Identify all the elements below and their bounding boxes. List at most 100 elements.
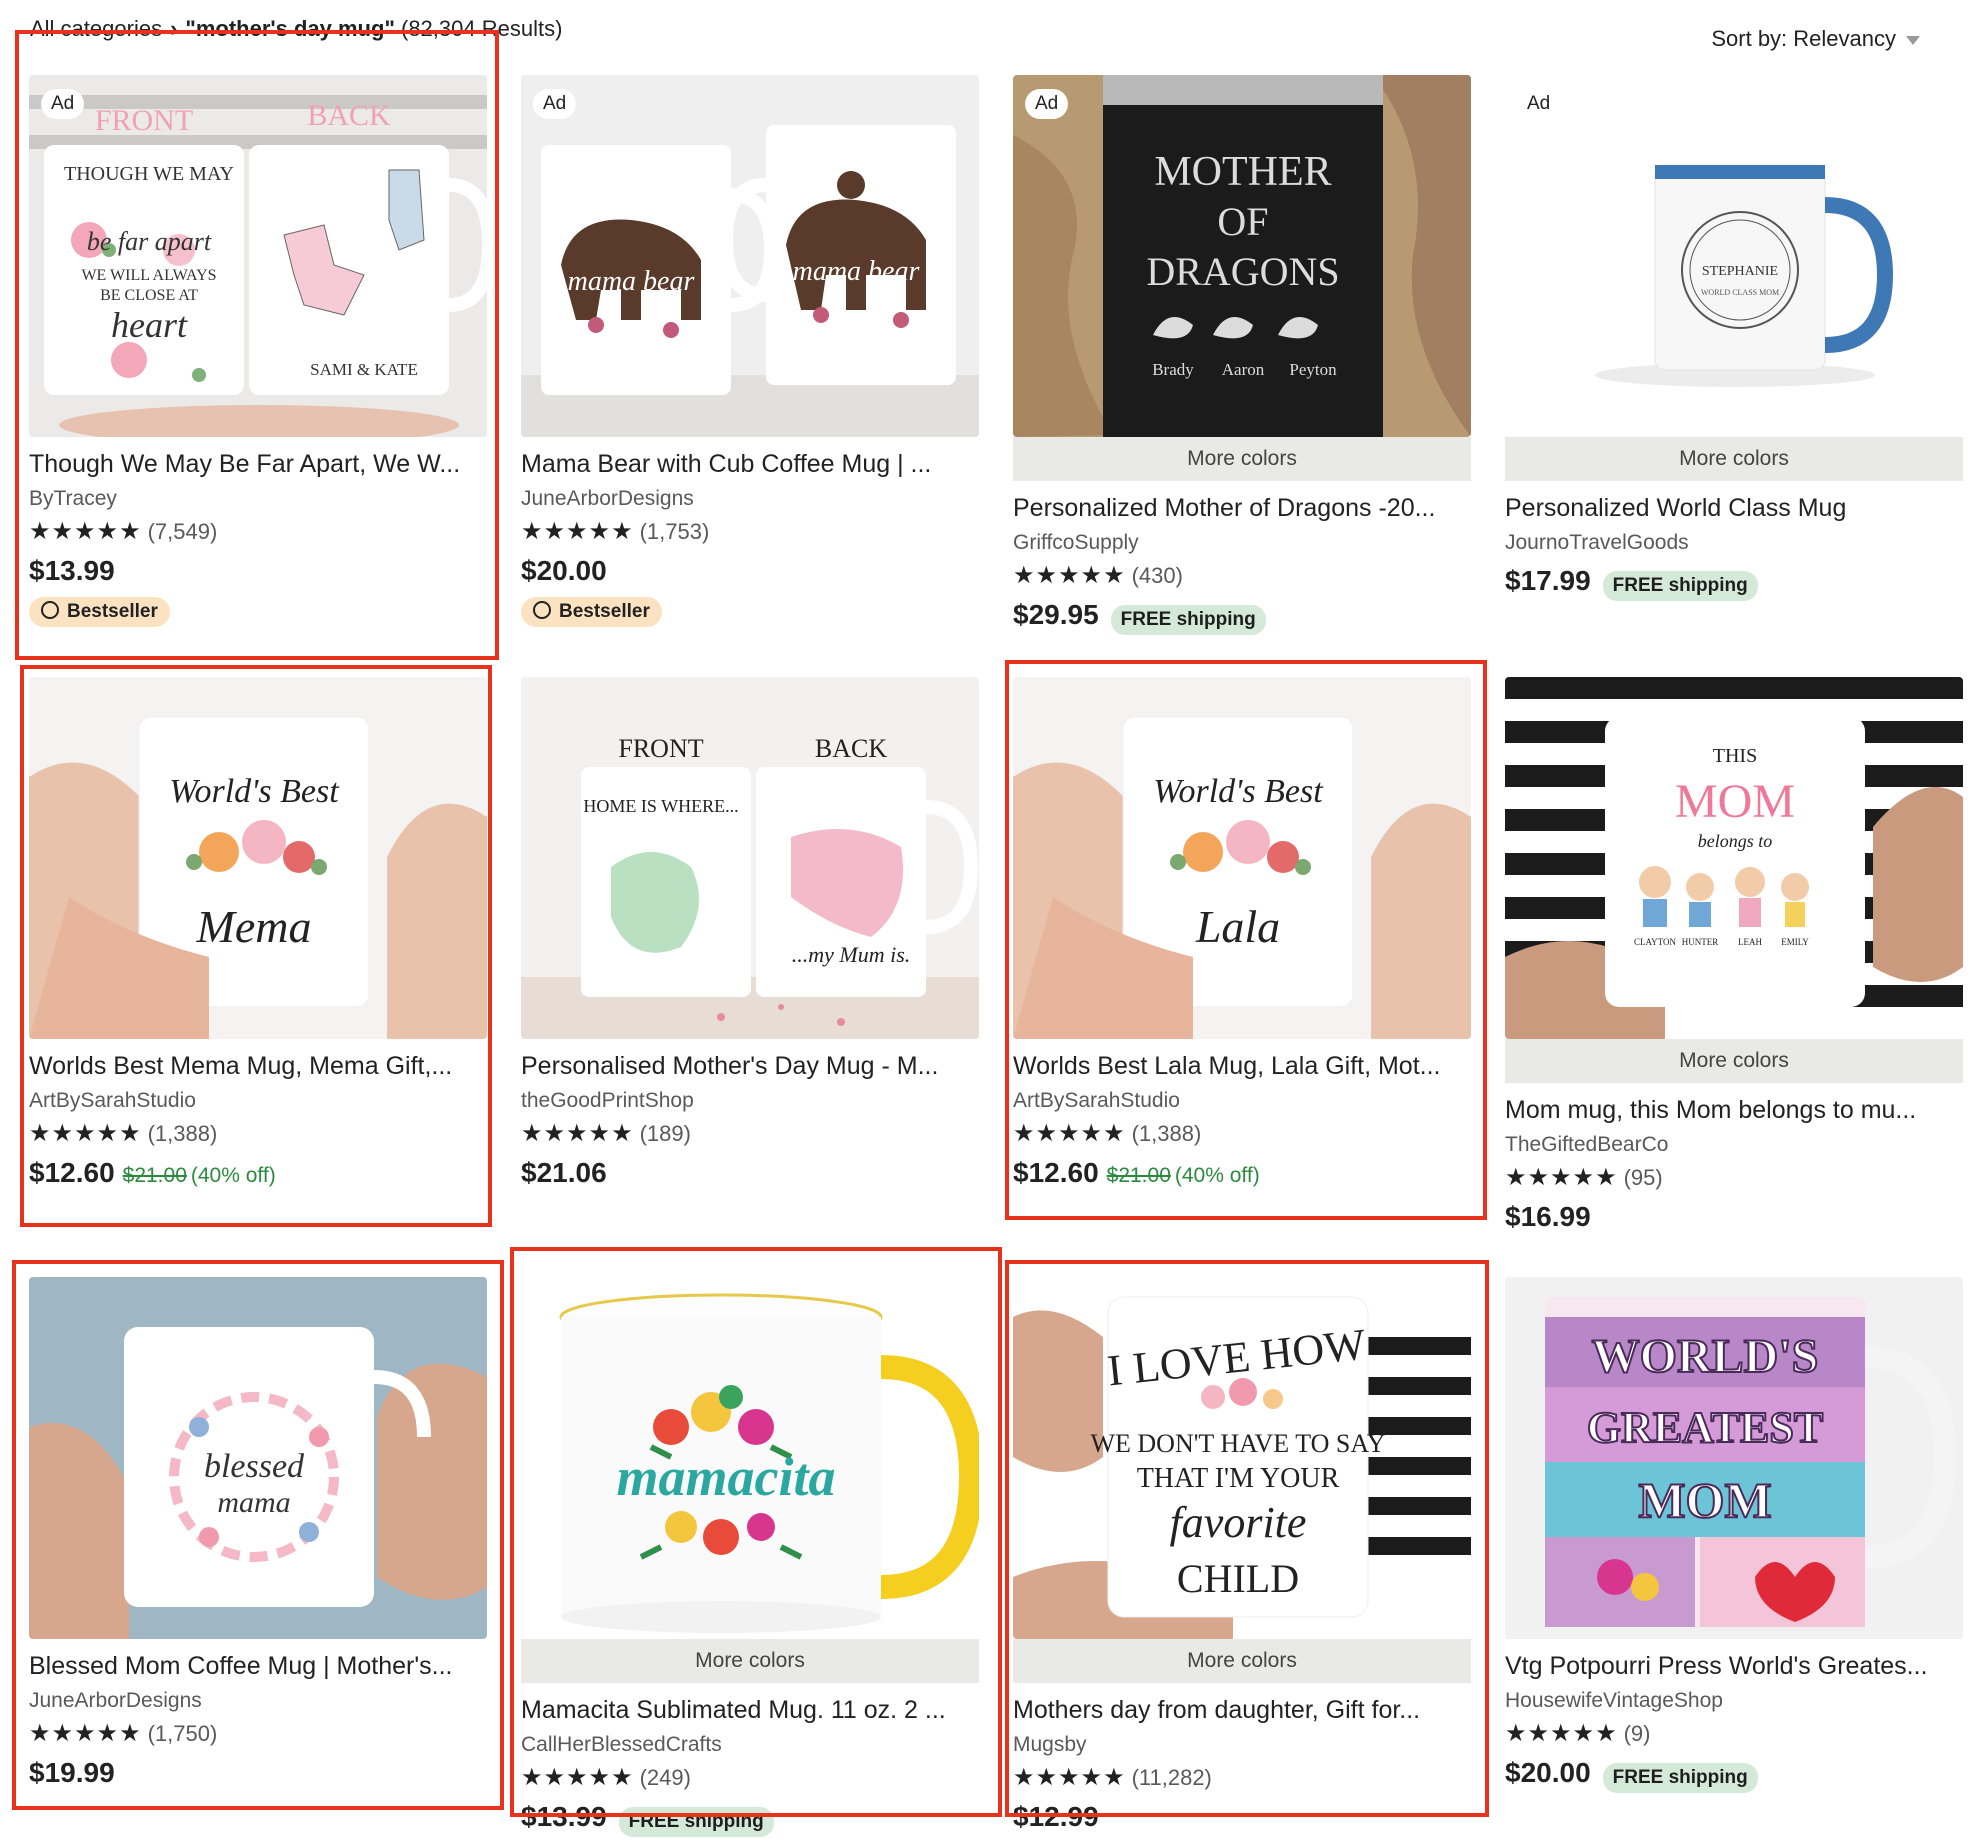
price: $16.99 — [1505, 1201, 1591, 1232]
listing-title[interactable]: Mom mug, this Mom belongs to mu... — [1505, 1093, 1963, 1127]
shop-name[interactable]: JournoTravelGoods — [1505, 529, 1963, 557]
listing-title[interactable]: Vtg Potpourri Press World's Greates... — [1505, 1649, 1963, 1683]
mug-image: MOTHER OF DRAGONS Brady Aaron Peyton — [1013, 75, 1471, 437]
image-text-line: WE DON'T HAVE TO SAY — [1090, 1429, 1385, 1458]
ad-badge: Ad — [533, 89, 577, 119]
shop-name[interactable]: ByTracey — [29, 485, 487, 513]
listing-card[interactable]: FRONT BACK HOME IS WHERE... ...my Mum is… — [521, 677, 979, 1193]
listing-card[interactable]: I LOVE HOW WE DON'T HAVE TO SAY THAT I'M… — [1013, 1277, 1471, 1837]
listing-card[interactable]: MOTHER OF DRAGONS Brady Aaron Peyton Ad … — [1013, 75, 1471, 635]
listing-image[interactable]: FRONT BACK HOME IS WHERE... ...my Mum is… — [521, 677, 979, 1039]
price-line: $20.00 FREE shipping — [1505, 1753, 1963, 1793]
shop-name[interactable]: GriffcoSupply — [1013, 529, 1471, 557]
more-colors-bar[interactable]: More colors — [1505, 437, 1963, 481]
listing-image[interactable]: MOTHER OF DRAGONS Brady Aaron Peyton Ad — [1013, 75, 1471, 437]
listing-title[interactable]: Though We May Be Far Apart, We W... — [29, 447, 487, 481]
listing-image[interactable]: WORLD'S GREATEST MOM — [1505, 1277, 1963, 1639]
listing-image[interactable]: mama bear mama bear Ad — [521, 75, 979, 437]
price-line: $16.99 — [1505, 1197, 1963, 1237]
shop-name[interactable]: ArtBySarahStudio — [1013, 1087, 1471, 1115]
listing-card[interactable]: WORLD'S GREATEST MOM Vtg Potpourri Press… — [1505, 1277, 1963, 1793]
bestseller-label: Bestseller — [67, 601, 158, 622]
listing-image[interactable]: World's Best Mema — [29, 677, 487, 1039]
image-text-line: World's Best — [1153, 773, 1324, 810]
star-rating-icon: ★★★★★ — [1505, 1164, 1618, 1191]
results-header: All categories › "mother's day mug" (82,30… — [0, 0, 1980, 64]
listing-title[interactable]: Blessed Mom Coffee Mug | Mother's... — [29, 1649, 487, 1683]
rating: ★★★★★ (1,750) — [29, 1719, 487, 1749]
shop-name[interactable]: theGoodPrintShop — [521, 1087, 979, 1115]
image-text-line: HUNTER — [1682, 937, 1719, 947]
ad-badge: Ad — [1517, 89, 1561, 119]
price: $13.99 — [521, 1801, 607, 1832]
image-text-line: be far apart — [87, 227, 212, 256]
shop-name[interactable]: Mugsby — [1013, 1731, 1471, 1759]
breadcrumb-chevron-icon: › — [170, 16, 178, 41]
listing-title[interactable]: Mothers day from daughter, Gift for... — [1013, 1693, 1471, 1727]
rating: ★★★★★ (189) — [521, 1119, 979, 1149]
shop-name[interactable]: CallHerBlessedCrafts — [521, 1731, 979, 1759]
shop-name[interactable]: HousewifeVintageShop — [1505, 1687, 1963, 1715]
listing-image[interactable]: World's Best Lala — [1013, 677, 1471, 1039]
more-colors-bar[interactable]: More colors — [1505, 1039, 1963, 1083]
price: $12.60 — [1013, 1157, 1099, 1188]
rating: ★★★★★ (1,388) — [29, 1119, 487, 1149]
listing-card[interactable]: blessed mama Blessed Mom Coffee Mug | Mo… — [29, 1277, 487, 1793]
more-colors-bar[interactable]: More colors — [521, 1639, 979, 1683]
listing-image[interactable]: FRONT BACK THOUGH WE MAY be far apart WE… — [29, 75, 487, 437]
rating: ★★★★★ (430) — [1013, 561, 1471, 591]
star-rating-icon: ★★★★★ — [29, 1720, 142, 1747]
image-text-line: MOM — [1638, 1472, 1771, 1528]
breadcrumb-all-categories[interactable]: All categories — [30, 16, 162, 41]
listing-card[interactable]: FRONT BACK THOUGH WE MAY be far apart WE… — [29, 75, 487, 627]
listing-card[interactable]: mama bear mama bear Ad Mama Bear with Cu… — [521, 75, 979, 627]
shop-name[interactable]: TheGiftedBearCo — [1505, 1131, 1963, 1159]
search-query: "mother's day mug" — [185, 16, 395, 41]
star-rating-icon: ★★★★★ — [521, 518, 634, 545]
listing-title[interactable]: Personalized World Class Mug — [1505, 491, 1963, 525]
mug-image: STEPHANIE WORLD CLASS MOM — [1505, 75, 1963, 437]
image-text-front: FRONT — [618, 734, 703, 763]
star-rating-icon: ★★★★★ — [1013, 1764, 1126, 1791]
listing-card[interactable]: THIS MOM belongs to CLAYTON HUNTER LEAH … — [1505, 677, 1963, 1237]
shop-name[interactable]: JuneArborDesigns — [29, 1687, 487, 1715]
listing-image[interactable]: I LOVE HOW WE DON'T HAVE TO SAY THAT I'M… — [1013, 1277, 1471, 1639]
image-text-line: GREATEST — [1587, 1403, 1823, 1452]
image-text-line: HOME IS WHERE... — [583, 796, 738, 816]
star-rating-icon: ★★★★★ — [1013, 1120, 1126, 1147]
shop-name[interactable]: JuneArborDesigns — [521, 485, 979, 513]
listing-title[interactable]: Personalised Mother's Day Mug - M... — [521, 1049, 979, 1083]
review-count: (9) — [1623, 1721, 1651, 1746]
listing-image[interactable]: THIS MOM belongs to CLAYTON HUNTER LEAH … — [1505, 677, 1963, 1039]
image-text-line: WORLD'S — [1592, 1330, 1819, 1383]
ad-badge: Ad — [1025, 89, 1069, 119]
listing-title[interactable]: Mamacita Sublimated Mug. 11 oz. 2 ... — [521, 1693, 979, 1727]
listing-title[interactable]: Worlds Best Mema Mug, Mema Gift,... — [29, 1049, 487, 1083]
listing-card[interactable]: World's Best Mema Worlds Best Mema Mug, … — [29, 677, 487, 1193]
listing-title[interactable]: Mama Bear with Cub Coffee Mug | ... — [521, 447, 979, 481]
image-text-line: THAT I'M YOUR — [1137, 1463, 1340, 1494]
more-colors-bar[interactable]: More colors — [1013, 437, 1471, 481]
image-text-line: THIS — [1713, 745, 1757, 767]
review-count: (189) — [639, 1121, 691, 1146]
listing-image[interactable]: mamacita — [521, 1277, 979, 1639]
mug-image: THIS MOM belongs to CLAYTON HUNTER LEAH … — [1505, 677, 1963, 1039]
image-text-line: Peyton — [1289, 360, 1337, 379]
more-colors-bar[interactable]: More colors — [1013, 1639, 1471, 1683]
listing-title[interactable]: Personalized Mother of Dragons -20... — [1013, 491, 1471, 525]
image-text-line: THOUGH WE MAY — [64, 163, 234, 185]
image-text-line: mamacita — [617, 1447, 836, 1507]
sort-dropdown[interactable]: Sort by: Relevancy — [1711, 26, 1920, 52]
listing-card[interactable]: World's Best Lala Worlds Best Lala Mug, … — [1013, 677, 1471, 1193]
price-line: $20.00 — [521, 551, 979, 591]
listing-image[interactable]: blessed mama — [29, 1277, 487, 1639]
image-text-line: favorite — [1170, 1498, 1307, 1547]
shop-name[interactable]: ArtBySarahStudio — [29, 1087, 487, 1115]
image-text-line: BE CLOSE AT — [100, 287, 198, 304]
listing-card[interactable]: STEPHANIE WORLD CLASS MOM Ad More colors… — [1505, 75, 1963, 601]
review-count: (1,388) — [147, 1121, 218, 1146]
listing-image[interactable]: STEPHANIE WORLD CLASS MOM Ad — [1505, 75, 1963, 437]
listing-title[interactable]: Worlds Best Lala Mug, Lala Gift, Mot... — [1013, 1049, 1471, 1083]
listing-card[interactable]: mamacita More colors Mamacita Sublimated… — [521, 1277, 979, 1837]
price: $20.00 — [1505, 1757, 1591, 1788]
